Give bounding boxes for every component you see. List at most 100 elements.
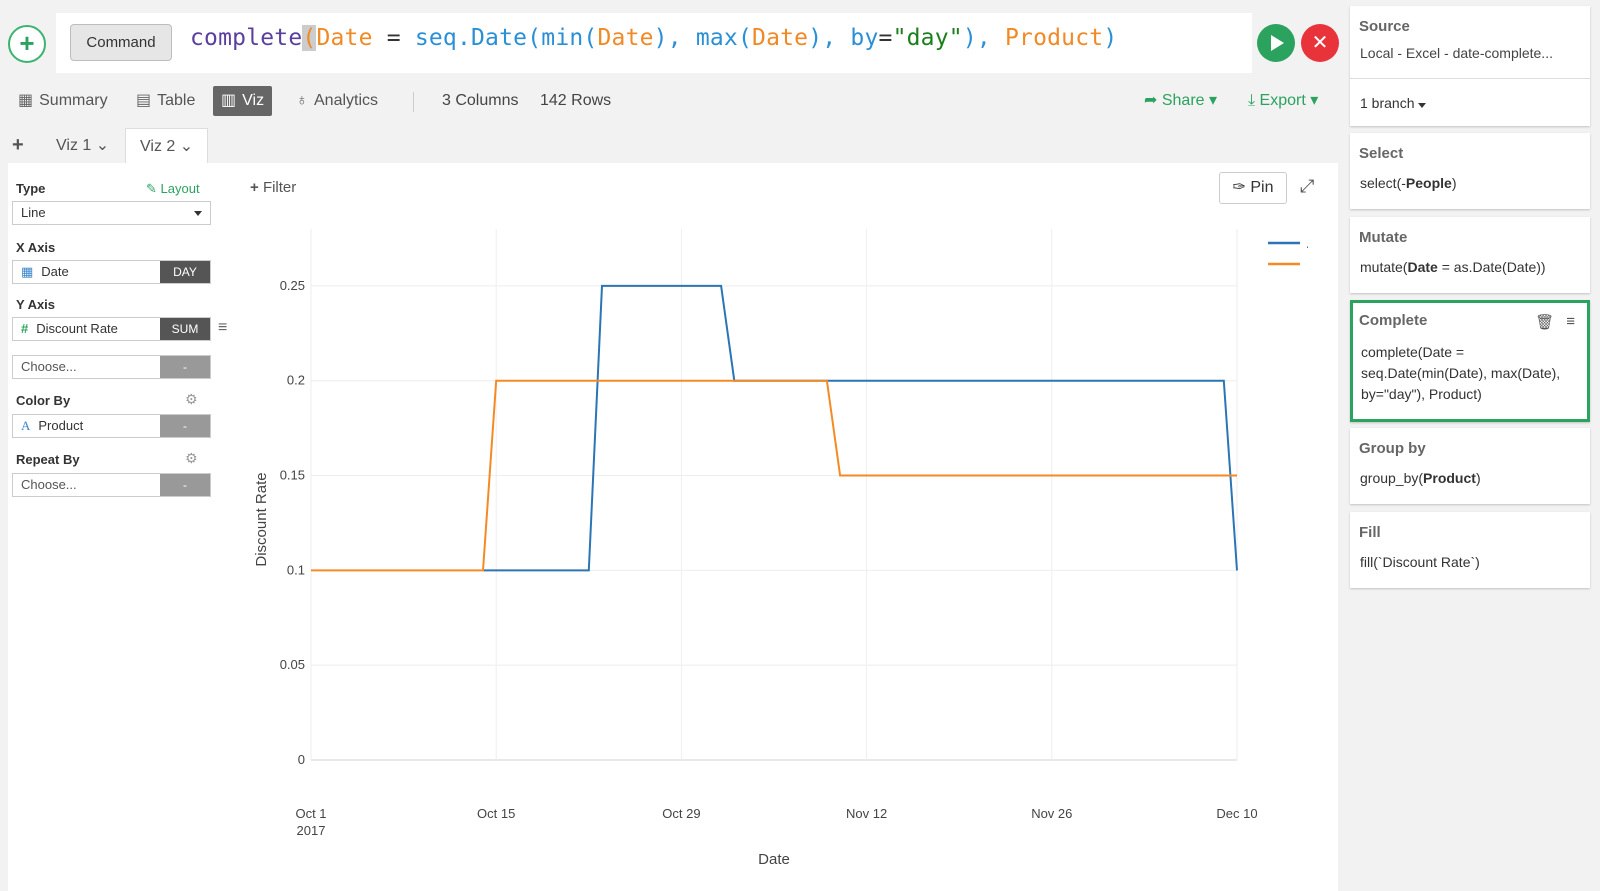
filter-label: Filter <box>262 179 297 196</box>
expand-icon[interactable]: ⤢ <box>1300 176 1314 197</box>
step-title: Group by <box>1359 440 1426 457</box>
x-tick-label: Oct 1 <box>295 806 326 821</box>
x-tick-label: Nov 26 <box>1031 806 1072 821</box>
table-icon: ▤ <box>136 92 152 109</box>
line-chart: 0 0.05 0.1 0.15 0.2 0.25 Oct 1 2017 Oct 15 Oct 29… <box>253 229 1308 868</box>
command-code[interactable]: complete(Date = seq.Date(min(Date), max(… <box>190 25 1117 51</box>
y-tick-label: 0.2 <box>287 373 305 388</box>
type-select[interactable]: Line <box>12 201 211 225</box>
tab-analytics-label: Analytics <box>314 92 379 109</box>
y-axis-aggregation[interactable]: SUM <box>160 318 210 340</box>
view-bar: ▦ Summary ▤ Table ▥ Viz ♁ Analytics 3 Co… <box>0 86 1338 120</box>
step-body: fill(`Discount Rate`) <box>1360 554 1480 570</box>
aggregation-placeholder: - <box>160 474 210 496</box>
divider <box>1350 78 1590 79</box>
code-token: Product <box>990 25 1104 51</box>
code-token: complete <box>190 25 303 51</box>
code-token: Date <box>597 25 654 51</box>
step-select[interactable]: Select select(-People) <box>1350 133 1590 209</box>
menu-icon[interactable]: ≡ <box>1566 313 1575 331</box>
step-complete[interactable]: Complete 🗑 ≡ complete(Date = seq.Date(mi… <box>1350 300 1590 422</box>
tab-viz-2-label: Viz 2 <box>140 138 176 155</box>
layout-button[interactable]: ✎ Layout <box>146 181 200 197</box>
code-token: "day" <box>892 25 963 51</box>
legend-label: A <box>1307 236 1308 251</box>
x-tick-label: 2017 <box>297 823 326 838</box>
code-token: min( <box>541 25 598 51</box>
command-mode-button[interactable]: Command <box>70 24 172 61</box>
tab-analytics[interactable]: ♁ Analytics <box>296 86 378 116</box>
run-button[interactable] <box>1257 24 1295 62</box>
share-label: Share <box>1161 92 1205 109</box>
tab-summary-label: Summary <box>39 92 108 109</box>
x-axis-field[interactable]: ▦ Date DAY <box>12 260 211 284</box>
caret-down-icon: ▾ <box>1310 92 1319 109</box>
download-icon: ⤓ <box>1248 92 1256 109</box>
step-body: select(-People) <box>1360 175 1457 191</box>
code-token: ), <box>653 25 682 51</box>
caret-down-icon: ▾ <box>1209 92 1218 109</box>
step-title: Source <box>1359 18 1410 35</box>
step-title: Fill <box>1359 524 1381 541</box>
caret-down-icon <box>194 211 202 216</box>
x-tick-label: Nov 12 <box>846 806 887 821</box>
pin-label: Pin <box>1250 179 1274 196</box>
column-count: 3 Columns <box>442 92 519 109</box>
cancel-button[interactable]: ✕ <box>1301 24 1339 62</box>
filter-button[interactable]: + Filter <box>250 179 296 196</box>
tab-table[interactable]: ▤ Table <box>136 86 195 116</box>
trash-icon[interactable]: 🗑 <box>1535 313 1554 331</box>
gear-icon[interactable]: ⚙ <box>185 450 198 467</box>
x-axis-field-name: Date <box>41 264 69 279</box>
export-label: Export <box>1259 92 1306 109</box>
lightbulb-icon: ♁ <box>296 92 308 109</box>
tab-viz-label: Viz <box>242 92 265 109</box>
step-body: Local - Excel - date-complete... <box>1360 45 1553 61</box>
step-mutate[interactable]: Mutate mutate(Date = as.Date(Date)) <box>1350 217 1590 293</box>
viz-panel: Type ✎ Layout Line X Axis ▦ Date DAY Y Ax… <box>8 163 1338 891</box>
add-step-button[interactable]: + <box>8 25 46 63</box>
y-axis-add-field[interactable]: Choose... - <box>12 355 211 379</box>
bar-chart-icon: ▥ <box>221 92 237 109</box>
step-fill[interactable]: Fill fill(`Discount Rate`) <box>1350 512 1590 588</box>
type-select-value: Line <box>21 205 46 220</box>
tab-viz-1[interactable]: Viz 1 ⌄ <box>42 128 123 164</box>
branch-dropdown[interactable]: 1 branch <box>1360 93 1427 114</box>
tab-summary[interactable]: ▦ Summary <box>18 86 108 116</box>
menu-icon[interactable]: ≡ <box>218 319 227 337</box>
command-input[interactable]: Command complete(Date = seq.Date(min(Dat… <box>56 13 1252 73</box>
color-by-field[interactable]: A Product - <box>12 414 211 438</box>
export-button[interactable]: ⤓ Export ▾ <box>1248 90 1318 110</box>
code-token: = <box>878 25 893 51</box>
y-axis-label: Y Axis <box>16 297 56 312</box>
add-viz-button[interactable]: + <box>12 134 24 157</box>
tab-table-label: Table <box>157 92 196 109</box>
y-axis-title: Discount Rate <box>253 472 270 566</box>
pin-button[interactable]: ✑ Pin <box>1219 172 1287 204</box>
step-group-by[interactable]: Group by group_by(Product) <box>1350 428 1590 504</box>
share-button[interactable]: ➦ Share ▾ <box>1144 90 1217 110</box>
code-token: seq.Date <box>414 25 528 51</box>
code-token: Date <box>316 25 373 51</box>
step-source[interactable]: Source Local - Excel - date-complete... … <box>1350 6 1590 126</box>
type-label: Type <box>16 181 46 196</box>
repeat-by-label: Repeat By <box>16 452 80 467</box>
hash-icon: # <box>21 321 29 336</box>
y-axis-field[interactable]: # Discount Rate SUM <box>12 317 211 341</box>
legend-label: B <box>1307 257 1308 272</box>
code-token: Date <box>752 25 809 51</box>
x-tick-label: Oct 15 <box>477 806 515 821</box>
divider <box>413 92 414 112</box>
y-axis-field-name: Discount Rate <box>36 321 118 336</box>
y-tick-label: 0.15 <box>280 468 305 483</box>
tab-viz-2[interactable]: Viz 2 ⌄ <box>125 128 209 164</box>
gear-icon[interactable]: ⚙ <box>185 391 198 408</box>
pipeline-sidebar: Source Local - Excel - date-complete... … <box>1350 0 1600 891</box>
choose-placeholder: Choose... <box>21 359 77 374</box>
tab-viz[interactable]: ▥ Viz <box>213 86 273 116</box>
x-axis-aggregation[interactable]: DAY <box>160 261 210 283</box>
aggregation-placeholder: - <box>160 356 210 378</box>
repeat-by-field[interactable]: Choose... - <box>12 473 211 497</box>
chevron-down-icon: ⌄ <box>95 137 110 154</box>
x-tick-label: Oct 29 <box>662 806 700 821</box>
